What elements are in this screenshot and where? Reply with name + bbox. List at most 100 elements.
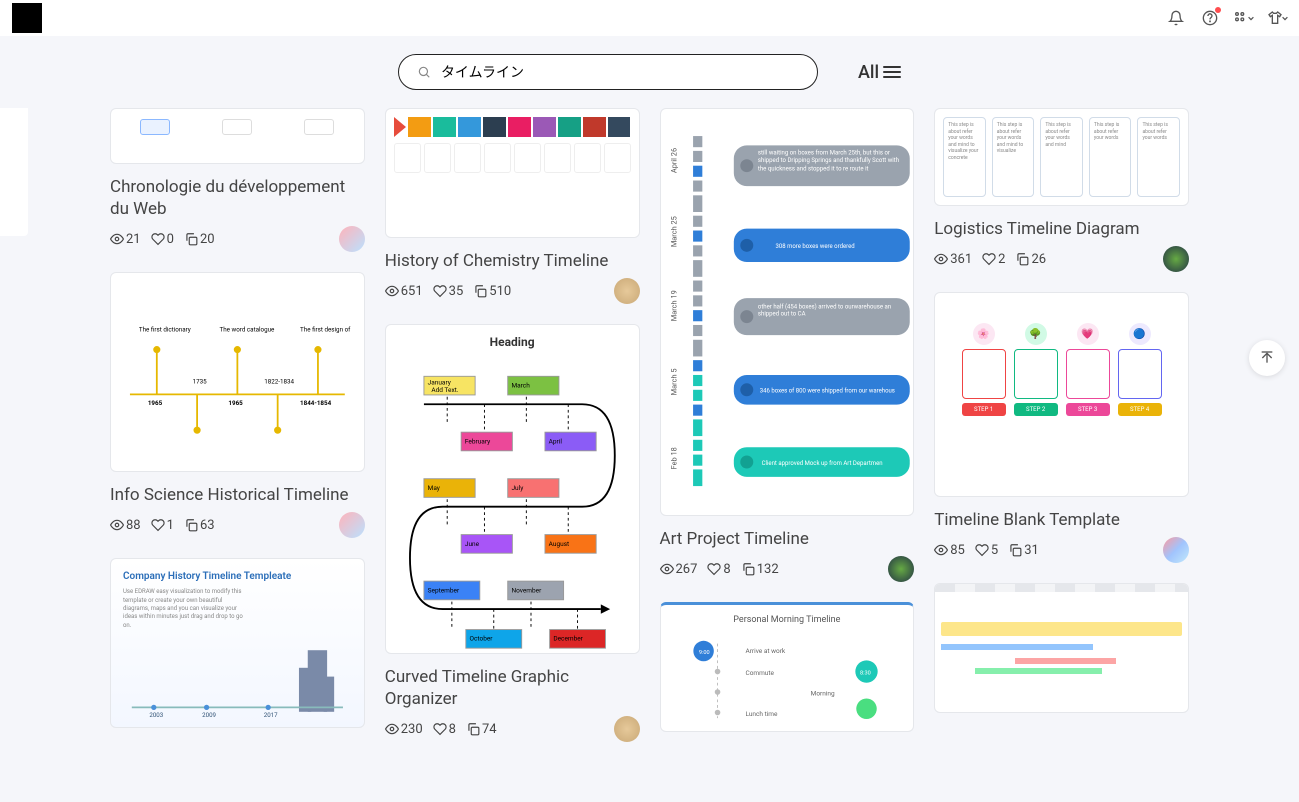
template-card[interactable]: 1735 1822-1834 1965 1965 1844-1854 The f… (110, 272, 365, 538)
svg-text:2003: 2003 (149, 711, 163, 719)
card-meta: 361 2 26 (934, 246, 1189, 272)
avatar[interactable] (339, 512, 365, 538)
views-stat: 21 (110, 232, 141, 247)
template-grid: Chronologie du développement du Web 21 0… (0, 108, 1299, 802)
views-stat: 361 (934, 252, 972, 267)
thumbnail: 1735 1822-1834 1965 1965 1844-1854 The f… (110, 272, 365, 472)
card-meta: 230 8 74 (385, 716, 640, 742)
heart-icon (982, 252, 996, 266)
heart-icon (975, 543, 989, 557)
svg-text:October: October (469, 635, 493, 643)
top-icons (1167, 9, 1287, 27)
template-card[interactable]: History of Chemistry Timeline 651 35 510 (385, 108, 640, 304)
copy-icon (1008, 543, 1022, 557)
template-card[interactable] (934, 583, 1189, 713)
thumbnail: Personal Morning Timeline 9:00 8:30 Arri… (660, 602, 915, 732)
template-card[interactable]: Personal Morning Timeline 9:00 8:30 Arri… (660, 602, 915, 732)
svg-text:Add Text.: Add Text. (431, 386, 458, 394)
svg-text:1965: 1965 (228, 399, 243, 407)
apps-icon[interactable] (1235, 9, 1253, 27)
filter-label: All (858, 62, 879, 83)
notification-dot (1215, 7, 1221, 13)
scroll-to-top-button[interactable] (1249, 340, 1285, 376)
filter-all-button[interactable]: All (858, 62, 901, 83)
views-stat: 88 (110, 518, 141, 533)
thumbnail: Company History Timeline Templeate Use E… (110, 558, 365, 728)
copies-stat: 31 (1008, 543, 1039, 558)
svg-text:April: April (548, 437, 562, 445)
likes-stat: 35 (433, 284, 464, 299)
search-input[interactable] (441, 64, 799, 80)
views-stat: 85 (934, 543, 965, 558)
avatar[interactable] (339, 226, 365, 252)
search-pill[interactable] (398, 54, 818, 90)
views-stat: 267 (660, 562, 698, 577)
thumbnail: April 26 March 25 March 19 March 5 Feb 1… (660, 108, 915, 516)
copy-icon (184, 518, 198, 532)
copy-icon (741, 562, 755, 576)
card-title: Info Science Historical Timeline (110, 484, 365, 506)
svg-text:Feb 18: Feb 18 (669, 447, 678, 469)
views-stat: 651 (385, 284, 423, 299)
card-title: Chronologie du développement du Web (110, 176, 365, 220)
heart-icon (151, 232, 165, 246)
copies-stat: 74 (466, 722, 497, 737)
thumbnail (110, 108, 365, 164)
avatar[interactable] (888, 556, 914, 582)
svg-text:May: May (427, 484, 439, 492)
template-card[interactable]: Chronologie du développement du Web 21 0… (110, 108, 365, 252)
svg-text:1844-1854: 1844-1854 (300, 399, 332, 407)
copies-stat: 63 (184, 518, 215, 533)
svg-text:November: November (511, 586, 542, 594)
heart-icon (433, 284, 447, 298)
svg-text:July: July (511, 484, 523, 492)
thumbnail (385, 108, 640, 238)
svg-text:March 19: March 19 (669, 290, 678, 321)
card-meta: 85 5 31 (934, 537, 1189, 563)
avatar[interactable] (1163, 246, 1189, 272)
svg-text:2009: 2009 (202, 711, 216, 719)
help-icon[interactable] (1201, 9, 1219, 27)
copies-stat: 26 (1015, 252, 1046, 267)
template-card[interactable]: Company History Timeline Templeate Use E… (110, 558, 365, 728)
copy-icon (466, 722, 480, 736)
template-card[interactable]: Heading JanuaryAdd Text. March February … (385, 324, 640, 742)
logo (12, 3, 42, 33)
card-meta: 88 1 63 (110, 512, 365, 538)
svg-text:March: March (511, 382, 530, 390)
svg-text:The word catalogue: The word catalogue (219, 326, 275, 334)
heart-icon (151, 518, 165, 532)
svg-text:8:30: 8:30 (859, 670, 870, 676)
card-meta: 267 8 132 (660, 556, 915, 582)
svg-text:1822-1834: 1822-1834 (264, 378, 294, 386)
avatar[interactable] (1163, 537, 1189, 563)
avatar[interactable] (614, 716, 640, 742)
copy-icon (1015, 252, 1029, 266)
svg-text:April 26: April 26 (669, 148, 678, 173)
bell-icon[interactable] (1167, 9, 1185, 27)
shirt-icon[interactable] (1269, 9, 1287, 27)
card-title: Logistics Timeline Diagram (934, 218, 1189, 240)
copies-stat: 132 (741, 562, 779, 577)
avatar[interactable] (614, 278, 640, 304)
arrow-up-icon (1259, 350, 1275, 366)
copy-icon (473, 284, 487, 298)
eye-icon (934, 543, 948, 557)
views-stat: 230 (385, 722, 423, 737)
template-card[interactable]: This step is about refer your words and … (934, 108, 1189, 272)
heart-icon (707, 562, 721, 576)
svg-text:308 more boxes were ordered: 308 more boxes were ordered (775, 243, 854, 250)
thumbnail (934, 583, 1189, 713)
svg-text:9:00: 9:00 (698, 650, 709, 656)
svg-text:Morning: Morning (810, 690, 834, 698)
template-card[interactable]: 🌸 STEP 1 🌳 STEP 2 💗 STEP 3 🔵 STEP 4 Time… (934, 292, 1189, 563)
svg-text:December: December (553, 635, 583, 643)
svg-text:Commute: Commute (745, 669, 774, 677)
search-icon (417, 65, 431, 79)
svg-text:March 25: March 25 (669, 216, 678, 247)
eye-icon (110, 232, 124, 246)
template-card[interactable]: April 26 March 25 March 19 March 5 Feb 1… (660, 108, 915, 582)
eye-icon (934, 252, 948, 266)
svg-text:August: August (548, 540, 569, 548)
likes-stat: 0 (151, 232, 174, 247)
